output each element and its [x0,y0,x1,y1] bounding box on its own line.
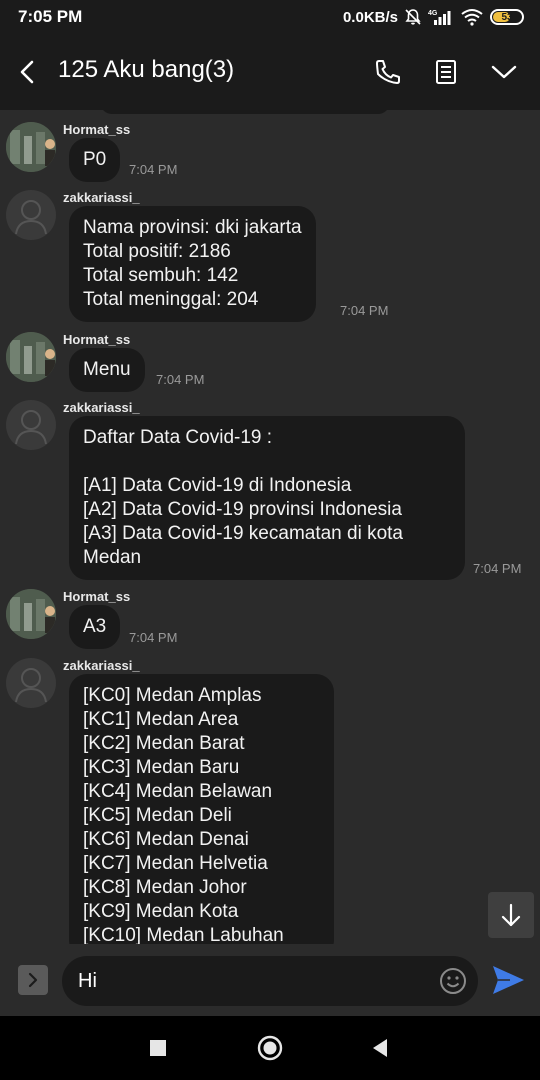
user-photo-icon [6,332,56,382]
chat-messages[interactable]: Hormat_ss P0 7:04 PM zakkariassi_ Nama p… [0,110,540,944]
chevron-down-icon [491,65,517,79]
mute-icon [405,9,421,25]
sender-name: zakkariassi_ [63,400,140,415]
default-user-icon [15,200,47,235]
battery-level: 53 [501,11,513,23]
user-photo-icon [6,122,56,172]
call-button[interactable] [370,54,406,90]
message-bubble[interactable]: P0 [69,138,121,182]
message-bubble[interactable]: [KC0] Medan Amplas [KC1] Medan Area [KC2… [69,674,334,944]
message-composer [0,944,540,1016]
system-nav-bar [0,1016,540,1080]
previous-message-bubble [100,110,390,114]
notes-icon [436,60,456,84]
message-time: 7:04 PM [340,303,389,318]
home-circle-icon [257,1035,283,1061]
square-icon [150,1040,166,1056]
send-icon [493,966,524,994]
emoji-button[interactable] [438,966,468,996]
more-options-button[interactable] [486,54,522,90]
expand-button[interactable] [18,965,48,995]
chat-header: 125 Aku bang(3) [0,34,540,110]
back-button[interactable] [10,52,46,92]
message-time: 7:04 PM [129,162,178,177]
message-time: 7:04 PM [129,630,178,645]
chat-title: 125 Aku bang(3) [58,56,235,83]
sender-name: Hormat_ss [63,589,131,604]
avatar[interactable] [6,589,56,639]
default-user-icon [15,410,47,445]
message-bubble[interactable]: Daftar Data Covid-19 : [A1] Data Covid-1… [69,416,465,580]
message-bubble[interactable]: Menu [69,348,145,392]
avatar[interactable] [6,190,56,240]
message-input[interactable] [78,966,428,996]
avatar[interactable] [6,332,56,382]
message-time: 7:04 PM [473,561,522,576]
phone-icon [376,60,400,84]
notes-button[interactable] [428,54,464,90]
battery-icon: 53 [490,9,524,25]
network-speed: 0.0KB/s [342,8,398,26]
arrow-down-icon [501,903,521,927]
home-button[interactable] [256,1034,284,1062]
default-user-icon [15,668,47,703]
message-bubble[interactable]: Nama provinsi: dki jakarta Total positif… [69,206,316,322]
back-arrow-icon [20,60,34,84]
message-time: 7:04 PM [156,372,205,387]
status-time: 7:05 PM [18,7,83,26]
avatar[interactable] [6,122,56,172]
sender-name: zakkariassi_ [63,190,140,205]
status-bar: 7:05 PM 0.0KB/s 4G 53 [0,0,540,34]
recent-apps-button[interactable] [144,1034,172,1062]
svg-text:4G: 4G [428,10,438,17]
message-input-wrapper [62,956,478,1006]
send-button[interactable] [490,962,526,998]
message-bubble[interactable]: A3 [69,605,121,649]
expand-icon [28,972,38,988]
sender-name: Hormat_ss [63,332,131,347]
sender-name: Hormat_ss [63,122,131,137]
avatar[interactable] [6,400,56,450]
status-icons: 0.0KB/s 4G 53 [343,5,524,29]
avatar[interactable] [6,658,56,708]
scroll-to-bottom-button[interactable] [488,892,534,938]
signal-4g-icon: 4G [428,10,451,25]
sender-name: zakkariassi_ [63,658,140,673]
back-nav-button[interactable] [366,1034,394,1062]
triangle-back-icon [373,1039,387,1057]
user-photo-icon [6,589,56,639]
wifi-icon [461,9,483,26]
emoji-icon [440,968,466,994]
